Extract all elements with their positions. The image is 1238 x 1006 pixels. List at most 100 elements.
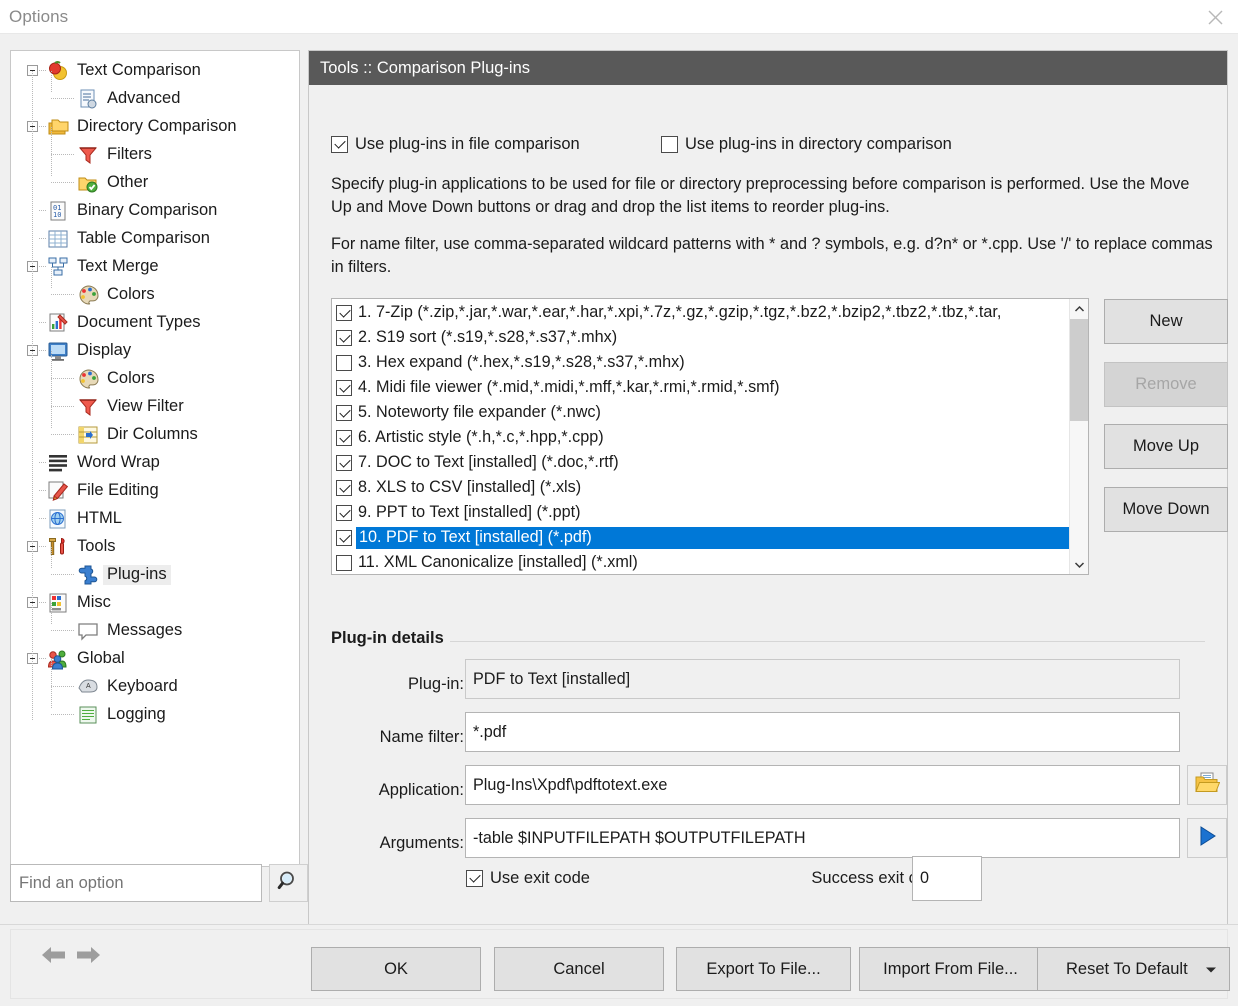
cancel-button[interactable]: Cancel: [494, 947, 664, 991]
scroll-up-arrow-icon[interactable]: [1070, 299, 1088, 318]
name-filter-field[interactable]: [465, 712, 1180, 752]
sidebar-item-file-editing[interactable]: File Editing: [11, 477, 299, 505]
sidebar-item-plug-ins[interactable]: Plug-ins: [11, 561, 299, 589]
plugin-list-item[interactable]: 8. XLS to CSV [installed] (*.xls): [332, 475, 1070, 500]
plugin-list-item[interactable]: 3. Hex expand (*.hex,*.s19,*.s28,*.s37,*…: [332, 350, 1070, 375]
columns-icon: [77, 424, 99, 446]
plugin-list-item[interactable]: 4. Midi file viewer (*.mid,*.midi,*.mff,…: [332, 375, 1070, 400]
plugin-list-item[interactable]: 2. S19 sort (*.s19,*.s28,*.s37,*.mhx): [332, 325, 1070, 350]
content-panel: Tools :: Comparison Plug-ins Use plug-in…: [308, 50, 1228, 936]
sidebar-item-messages[interactable]: Messages: [11, 617, 299, 645]
sidebar-item-keyboard[interactable]: A Keyboard: [11, 673, 299, 701]
tree-connector: [51, 714, 75, 715]
sidebar-item-global[interactable]: Global: [11, 645, 299, 673]
plugins-list[interactable]: 1. 7-Zip (*.zip,*.jar,*.war,*.ear,*.har,…: [331, 298, 1089, 575]
arrow-left-icon[interactable]: [41, 944, 67, 971]
plugin-enabled-checkbox[interactable]: [336, 354, 352, 371]
sidebar-item-label: Document Types: [77, 313, 201, 332]
close-icon[interactable]: [1193, 0, 1238, 34]
reset-to-default-button[interactable]: Reset To Default: [1037, 947, 1230, 991]
tree-connector: [51, 686, 75, 687]
sidebar-item-filters[interactable]: Filters: [11, 141, 299, 169]
plugin-list-item[interactable]: 6. Artistic style (*.h,*.c,*.hpp,*.cpp): [332, 425, 1070, 450]
remove-button[interactable]: Remove: [1104, 362, 1228, 407]
tree-connector: [51, 406, 75, 407]
find-option-row: [10, 864, 308, 902]
plugins-list-scrollbar[interactable]: [1069, 299, 1088, 574]
plugin-enabled-checkbox[interactable]: [336, 429, 352, 446]
scroll-down-arrow-icon[interactable]: [1070, 555, 1088, 574]
plugin-name-field[interactable]: [465, 659, 1180, 699]
folder-check-icon: [77, 172, 99, 194]
arguments-field[interactable]: [465, 818, 1180, 858]
plugin-enabled-checkbox[interactable]: [336, 304, 352, 321]
plugin-list-item[interactable]: 7. DOC to Text [installed] (*.doc,*.rtf): [332, 450, 1070, 475]
search-input[interactable]: [10, 864, 262, 902]
plugin-enabled-checkbox[interactable]: [336, 479, 352, 496]
new-button[interactable]: New: [1104, 299, 1228, 344]
sidebar-item-directory-comparison[interactable]: Directory Comparison: [11, 113, 299, 141]
plugin-enabled-checkbox[interactable]: [336, 554, 352, 571]
sidebar-item-misc[interactable]: Misc: [11, 589, 299, 617]
tree-connector: [51, 98, 75, 99]
sidebar-item-dir-columns[interactable]: Dir Columns: [11, 421, 299, 449]
sidebar-item-word-wrap[interactable]: Word Wrap: [11, 449, 299, 477]
sidebar-item-table-comparison[interactable]: Table Comparison: [11, 225, 299, 253]
use-plugins-directory-comparison-checkbox[interactable]: Use plug-ins in directory comparison: [661, 135, 952, 154]
plugin-enabled-checkbox[interactable]: [336, 329, 352, 346]
import-from-file-button[interactable]: Import From File...: [859, 947, 1042, 991]
move-up-button[interactable]: Move Up: [1104, 424, 1228, 469]
sidebar-item-logging[interactable]: Logging: [11, 701, 299, 729]
sidebar-item-document-types[interactable]: Document Types: [11, 309, 299, 337]
sidebar-item-label: Word Wrap: [77, 453, 160, 472]
sidebar-item-label: HTML: [77, 509, 122, 528]
sidebar-item-colors[interactable]: Colors: [11, 365, 299, 393]
plugin-list-item[interactable]: 10. PDF to Text [installed] (*.pdf): [332, 525, 1070, 550]
use-plugins-file-comparison-checkbox[interactable]: Use plug-ins in file comparison: [331, 135, 580, 154]
plugin-list-item[interactable]: 1. 7-Zip (*.zip,*.jar,*.war,*.ear,*.har,…: [332, 300, 1070, 325]
sidebar-item-colors[interactable]: Colors: [11, 281, 299, 309]
dropdown-caret-icon[interactable]: [1205, 960, 1217, 979]
sidebar-item-view-filter[interactable]: View Filter: [11, 393, 299, 421]
checkbox-box[interactable]: [466, 870, 483, 887]
plugin-enabled-checkbox[interactable]: [336, 379, 352, 396]
ok-button[interactable]: OK: [311, 947, 481, 991]
arguments-label: Arguments:: [379, 834, 464, 852]
sidebar-item-html[interactable]: HTML: [11, 505, 299, 533]
sidebar-item-display[interactable]: Display: [11, 337, 299, 365]
run-plugin-button[interactable]: [1187, 818, 1227, 858]
tree-connector: [51, 182, 75, 183]
plugin-enabled-checkbox[interactable]: [336, 404, 352, 421]
options-tree-panel[interactable]: Text Comparison Advanced Directory Compari…: [10, 50, 300, 867]
checkbox-box[interactable]: [661, 136, 678, 153]
options-tree[interactable]: Text Comparison Advanced Directory Compari…: [11, 51, 299, 729]
scrollbar-thumb[interactable]: [1070, 319, 1088, 421]
plugin-list-item-label: 1. 7-Zip (*.zip,*.jar,*.war,*.ear,*.har,…: [358, 303, 1002, 321]
checkbox-box[interactable]: [331, 136, 348, 153]
play-icon: [1195, 824, 1219, 853]
move-down-button[interactable]: Move Down: [1104, 487, 1228, 532]
success-exit-code-field[interactable]: [912, 856, 982, 901]
plugin-enabled-checkbox[interactable]: [336, 504, 352, 521]
plugin-list-item[interactable]: 11. XML Canonicalize [installed] (*.xml): [332, 550, 1070, 574]
navigation-arrows: [41, 944, 101, 971]
lines-icon: [47, 452, 69, 474]
plugin-list-item[interactable]: 9. PPT to Text [installed] (*.ppt): [332, 500, 1070, 525]
plugin-enabled-checkbox[interactable]: [336, 454, 352, 471]
table-icon: [47, 228, 69, 250]
plugin-enabled-checkbox[interactable]: [336, 529, 352, 546]
sidebar-item-tools[interactable]: Tools: [11, 533, 299, 561]
arrow-right-icon[interactable]: [75, 944, 101, 971]
sidebar-item-text-comparison[interactable]: Text Comparison: [11, 57, 299, 85]
sidebar-item-other[interactable]: Other: [11, 169, 299, 197]
application-field[interactable]: [465, 765, 1180, 805]
sidebar-item-advanced[interactable]: Advanced: [11, 85, 299, 113]
sidebar-item-binary-comparison[interactable]: 01 10 Binary Comparison: [11, 197, 299, 225]
browse-application-button[interactable]: [1187, 765, 1227, 805]
sidebar-item-text-merge[interactable]: Text Merge: [11, 253, 299, 281]
search-button[interactable]: [269, 864, 308, 902]
plugins-list-items[interactable]: 1. 7-Zip (*.zip,*.jar,*.war,*.ear,*.har,…: [332, 299, 1070, 574]
plugin-list-item[interactable]: 5. Noteworty file expander (*.nwc): [332, 400, 1070, 425]
use-exit-code-checkbox[interactable]: Use exit code: [466, 869, 590, 888]
export-to-file-button[interactable]: Export To File...: [676, 947, 851, 991]
